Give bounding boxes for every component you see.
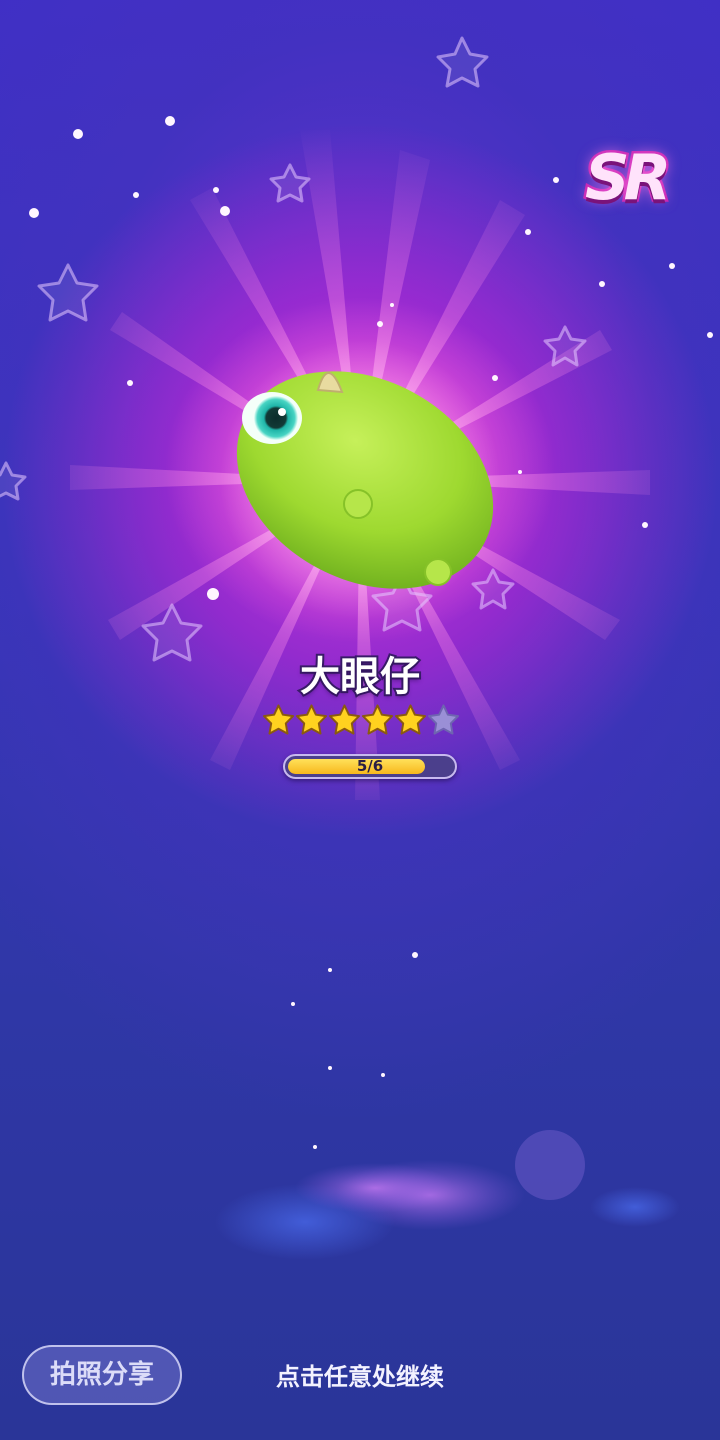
tap-to-continue-hint: 点击任意处继续	[276, 1363, 444, 1391]
star-rating	[262, 702, 462, 742]
star-filled-icon	[328, 704, 361, 735]
star-filled-icon	[262, 704, 295, 735]
star-filled-icon	[295, 704, 328, 735]
pet-name: 大眼仔	[298, 652, 422, 702]
background-scene[interactable]: SR 大眼仔 5/6 拍照分享 点击任意处继续	[0, 0, 720, 1440]
star-filled-icon	[361, 704, 394, 735]
rarity-badge: SR	[583, 139, 674, 217]
progress-label: 5/6	[356, 757, 384, 775]
star-filled-icon	[394, 704, 427, 735]
star-empty-icon	[427, 704, 460, 735]
star-progress-bar: 5/6	[283, 754, 457, 779]
photo-share-button[interactable]: 拍照分享	[22, 1345, 182, 1405]
